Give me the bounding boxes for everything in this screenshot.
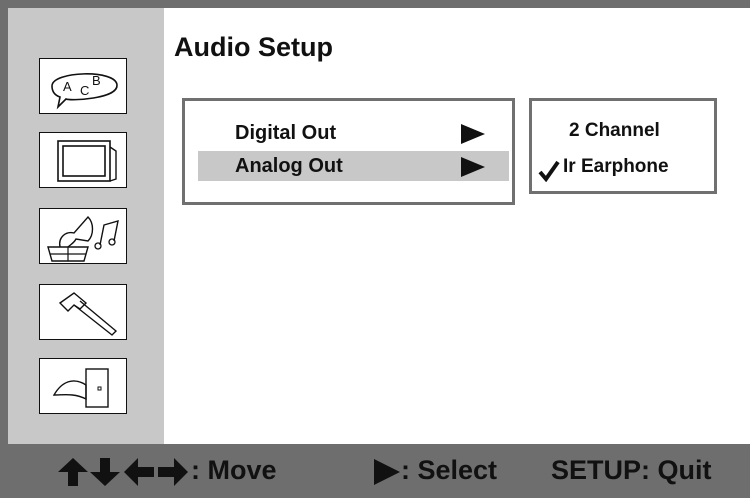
exit-door-icon (52, 368, 109, 408)
arrow-down-icon (90, 458, 120, 486)
menu-item-label: Analog Out (235, 155, 343, 177)
arrow-up-icon (58, 458, 88, 486)
sidebar-item-audio[interactable] (39, 208, 127, 264)
select-hint: : Select (401, 455, 498, 485)
osd-screen: A C B Audio Setup Digital Out Analog Out… (8, 8, 750, 444)
option-ir-earphone[interactable]: Ir Earphone (563, 156, 669, 178)
hammer-tools-icon (58, 292, 118, 336)
gramophone-audio-icon (47, 215, 119, 262)
audio-menu: Digital Out Analog Out (182, 98, 515, 205)
sidebar-item-exit[interactable] (39, 358, 127, 414)
menu-item-digital-out[interactable]: Digital Out (198, 118, 509, 148)
play-arrow-icon (374, 459, 400, 485)
play-arrow-icon (461, 157, 485, 177)
svg-text:C: C (80, 83, 89, 98)
checkmark-icon (538, 160, 560, 182)
sidebar-item-language[interactable]: A C B (39, 58, 127, 114)
option-list: 2 Channel Ir Earphone (529, 98, 717, 194)
tv-display-icon (57, 140, 117, 182)
svg-text:B: B (92, 73, 101, 88)
arrow-right-icon (158, 458, 188, 486)
menu-item-analog-out[interactable]: Analog Out (198, 151, 509, 181)
svg-text:A: A (63, 79, 72, 94)
sidebar: A C B (8, 8, 164, 444)
language-speech-bubble-icon: A C B (51, 73, 118, 110)
page-title: Audio Setup (174, 32, 333, 62)
move-hint: : Move (191, 455, 277, 485)
menu-item-label: Digital Out (235, 122, 337, 144)
sidebar-item-preferences[interactable] (39, 284, 127, 340)
arrow-left-icon (124, 458, 154, 486)
play-arrow-icon (461, 124, 485, 144)
sidebar-item-video[interactable] (39, 132, 127, 188)
footer-help-bar: : Move : Select SETUP: Quit (0, 445, 750, 498)
quit-hint: SETUP: Quit (551, 455, 712, 485)
option-2-channel[interactable]: 2 Channel (569, 120, 660, 142)
